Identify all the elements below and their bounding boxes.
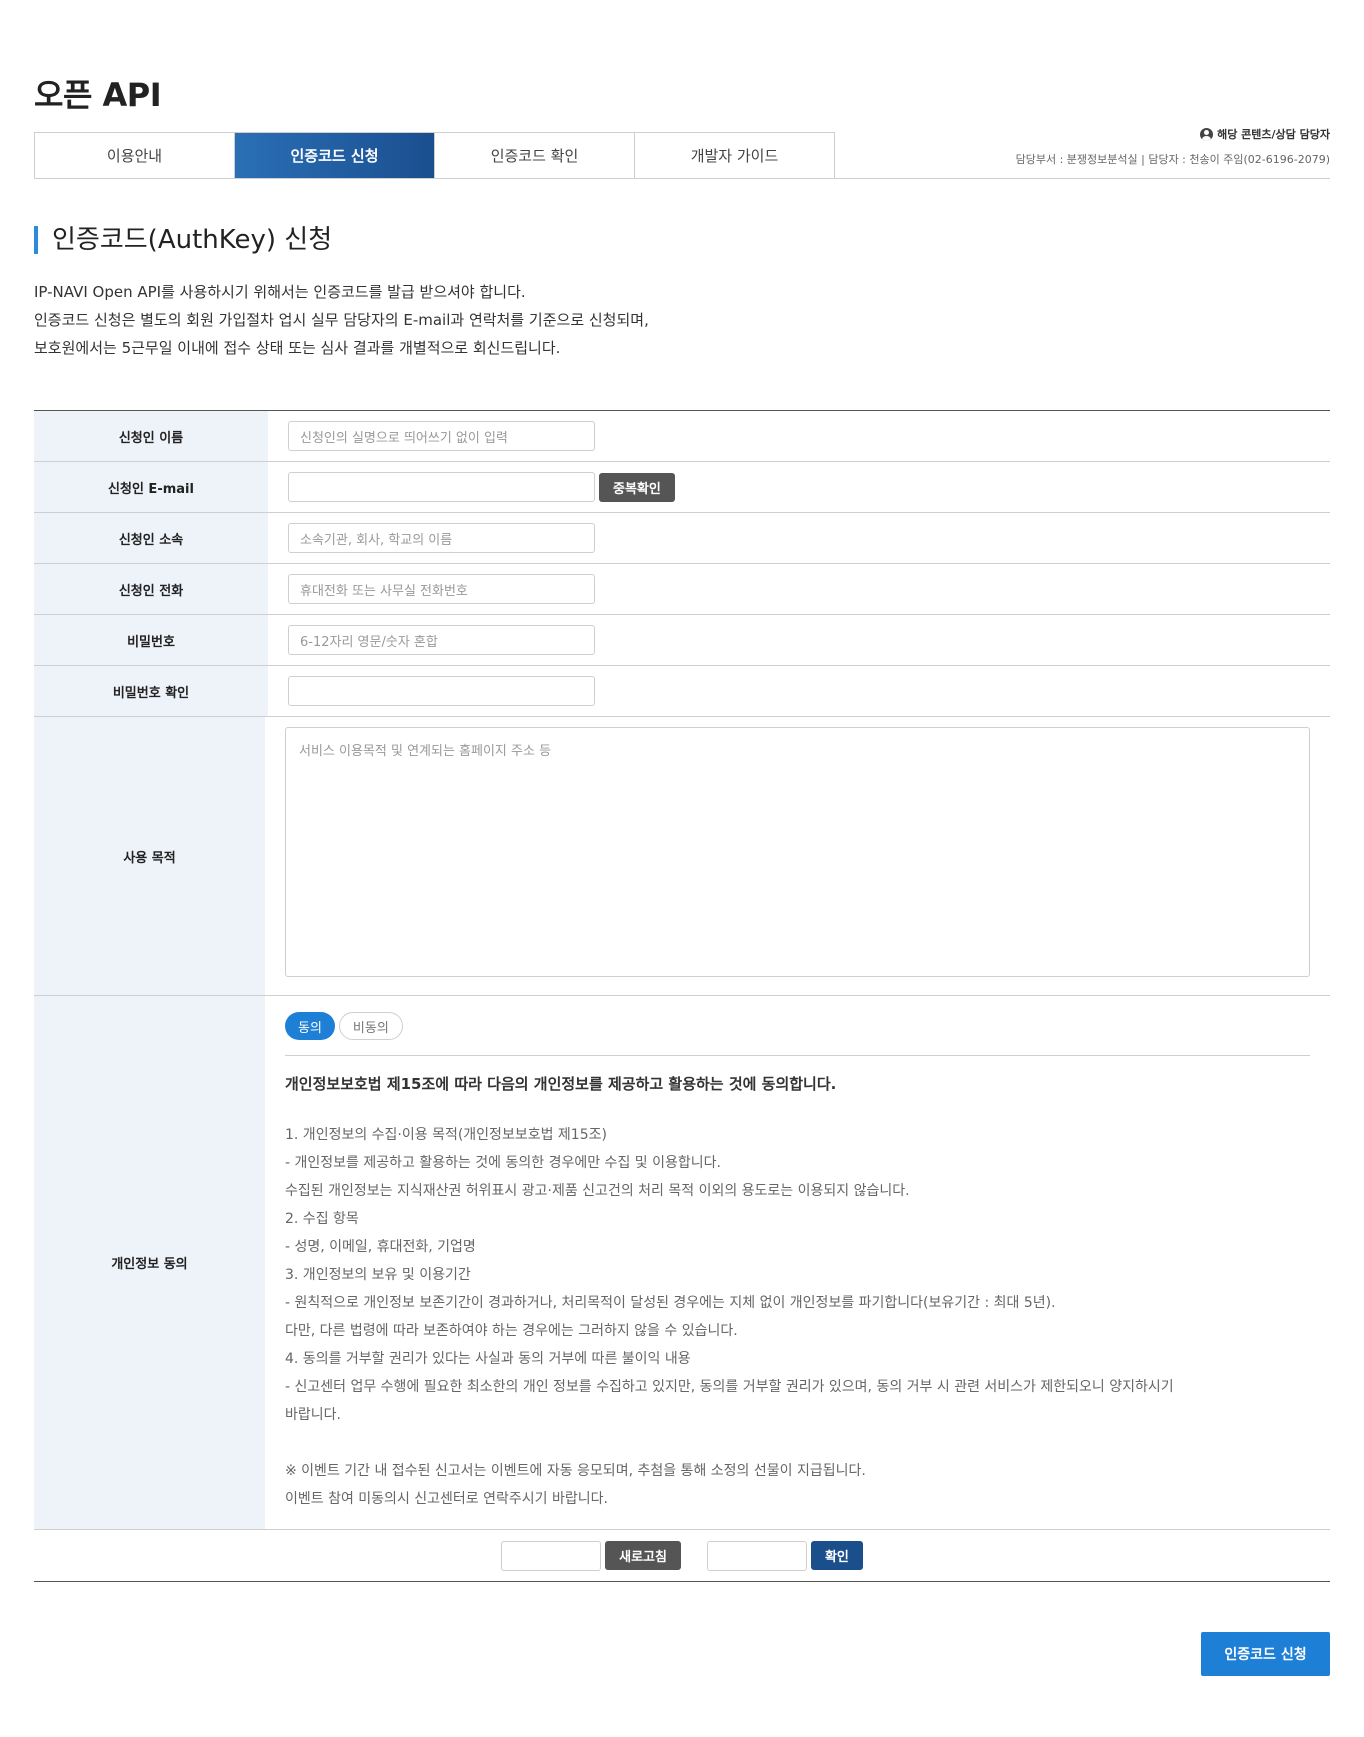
divider — [285, 1055, 1310, 1056]
application-form: 신청인 이름 신청인의 실명으로 띄어쓰기 없이 입력 신청인 E-mail 중… — [34, 410, 1330, 1582]
privacy-body: 1. 개인정보의 수집·이용 목적(개인정보보호법 제15조) - 개인정보를 … — [285, 1121, 1310, 1513]
tab-usage-guide[interactable]: 이용안내 — [35, 133, 235, 178]
agree-radio[interactable]: 동의 — [285, 1012, 335, 1040]
privacy-line: 바랍니다. — [285, 1407, 341, 1423]
captcha-image — [501, 1540, 602, 1571]
intro-line: IP-NAVI Open API를 사용하시기 위해서는 인증코드를 발급 받으… — [34, 283, 526, 301]
form-row-org: 신청인 소속 소속기관, 회사, 학교의 이름 — [34, 513, 1330, 564]
password-confirm-input[interactable] — [288, 676, 595, 706]
privacy-line: 4. 동의를 거부할 권리가 있다는 사실과 동의 거부에 따른 불이익 내용 — [285, 1351, 691, 1367]
duplicate-check-button[interactable]: 중복확인 — [599, 472, 675, 502]
contact-heading: 해당 콘텐츠/상담 담당자 — [1217, 128, 1330, 141]
form-row-email: 신청인 E-mail 중복확인 — [34, 462, 1330, 513]
page-title: 오픈 API — [34, 76, 162, 114]
email-input[interactable] — [288, 472, 595, 502]
privacy-line: - 원칙적으로 개인정보 보존기간이 경과하거나, 처리목적이 달성된 경우에는… — [285, 1295, 1056, 1311]
section-title: 인증코드(AuthKey) 신청 — [34, 226, 332, 254]
purpose-label: 사용 목적 — [34, 717, 265, 995]
privacy-line: 이벤트 참여 미동의시 신고센터로 연락주시기 바랍니다. — [285, 1491, 608, 1507]
org-label: 신청인 소속 — [34, 513, 268, 563]
tab-developer-guide[interactable]: 개발자 가이드 — [635, 133, 834, 178]
privacy-line: ※ 이벤트 기간 내 접수된 신고서는 이벤트에 자동 응모되며, 추첨을 통해… — [285, 1463, 866, 1479]
phone-input[interactable]: 휴대전화 또는 사무실 전화번호 — [288, 574, 595, 604]
tab-authcode-check[interactable]: 인증코드 확인 — [435, 133, 635, 178]
privacy-line: 다만, 다른 법령에 따라 보존하여야 하는 경우에는 그러하지 않을 수 있습… — [285, 1323, 738, 1339]
tab-underline — [835, 178, 1330, 179]
contact-info-block: 해당 콘텐츠/상담 담당자 담당부서 : 분쟁정보분석실 | 담당자 : 천송이… — [1016, 126, 1330, 167]
captcha-refresh-button[interactable]: 새로고침 — [605, 1541, 681, 1570]
form-row-purpose: 사용 목적 서비스 이용목적 및 연계되는 홈페이지 주소 등 — [34, 717, 1330, 996]
privacy-line: 수집된 개인정보는 지식재산권 허위표시 광고·제품 신고건의 처리 목적 이외… — [285, 1183, 910, 1199]
name-input[interactable]: 신청인의 실명으로 띄어쓰기 없이 입력 — [288, 421, 595, 451]
contact-details: 담당부서 : 분쟁정보분석실 | 담당자 : 천송이 주임(02-6196-20… — [1015, 153, 1330, 166]
password-label: 비밀번호 — [34, 615, 268, 665]
tab-bar: 이용안내 인증코드 신청 인증코드 확인 개발자 가이드 — [34, 132, 835, 179]
person-icon — [1200, 127, 1214, 141]
privacy-line: - 성명, 이메일, 휴대전화, 기업명 — [285, 1239, 476, 1255]
privacy-label: 개인정보 동의 — [34, 996, 265, 1529]
intro-text: IP-NAVI Open API를 사용하시기 위해서는 인증코드를 발급 받으… — [34, 278, 649, 362]
form-row-password-confirm: 비밀번호 확인 — [34, 666, 1330, 717]
captcha-confirm-button[interactable]: 확인 — [810, 1541, 863, 1570]
form-row-phone: 신청인 전화 휴대전화 또는 사무실 전화번호 — [34, 564, 1330, 615]
privacy-line: - 개인정보를 제공하고 활용하는 것에 동의한 경우에만 수집 및 이용합니다… — [285, 1155, 721, 1171]
email-label: 신청인 E-mail — [34, 462, 268, 512]
privacy-blank-line — [285, 1429, 1310, 1457]
submit-authcode-button[interactable]: 인증코드 신청 — [1201, 1632, 1330, 1676]
purpose-textarea[interactable]: 서비스 이용목적 및 연계되는 홈페이지 주소 등 — [285, 727, 1310, 977]
privacy-line: 2. 수집 항목 — [285, 1211, 359, 1227]
password-input[interactable]: 6-12자리 영문/숫자 혼합 — [288, 625, 595, 655]
disagree-radio[interactable]: 비동의 — [338, 1012, 403, 1040]
form-row-privacy: 개인정보 동의 동의 비동의 개인정보보호법 제15조에 따라 다음의 개인정보… — [34, 996, 1330, 1530]
org-input[interactable]: 소속기관, 회사, 학교의 이름 — [288, 523, 595, 553]
password-confirm-label: 비밀번호 확인 — [34, 666, 268, 716]
privacy-line: 1. 개인정보의 수집·이용 목적(개인정보보호법 제15조) — [285, 1127, 607, 1143]
name-label: 신청인 이름 — [34, 411, 268, 461]
privacy-line: - 신고센터 업무 수행에 필요한 최소한의 개인 정보를 수집하고 있지만, … — [285, 1379, 1174, 1395]
form-row-name: 신청인 이름 신청인의 실명으로 띄어쓰기 없이 입력 — [34, 411, 1330, 462]
tab-authcode-request[interactable]: 인증코드 신청 — [235, 133, 435, 178]
privacy-line: 3. 개인정보의 보유 및 이용기간 — [285, 1267, 471, 1283]
consent-radio-group: 동의 비동의 — [285, 1012, 1310, 1040]
phone-label: 신청인 전화 — [34, 564, 268, 614]
captcha-input[interactable] — [706, 1540, 807, 1571]
intro-line: 인증코드 신청은 별도의 회원 가입절차 업시 실무 담당자의 E-mail과 … — [34, 311, 649, 329]
form-row-password: 비밀번호 6-12자리 영문/숫자 혼합 — [34, 615, 1330, 666]
privacy-heading: 개인정보보호법 제15조에 따라 다음의 개인정보를 제공하고 활용하는 것에 … — [285, 1075, 837, 1093]
captcha-row: 새로고침 확인 — [34, 1530, 1330, 1582]
intro-line: 보호원에서는 5근무일 이내에 접수 상태 또는 심사 결과를 개별적으로 회신… — [34, 339, 561, 357]
